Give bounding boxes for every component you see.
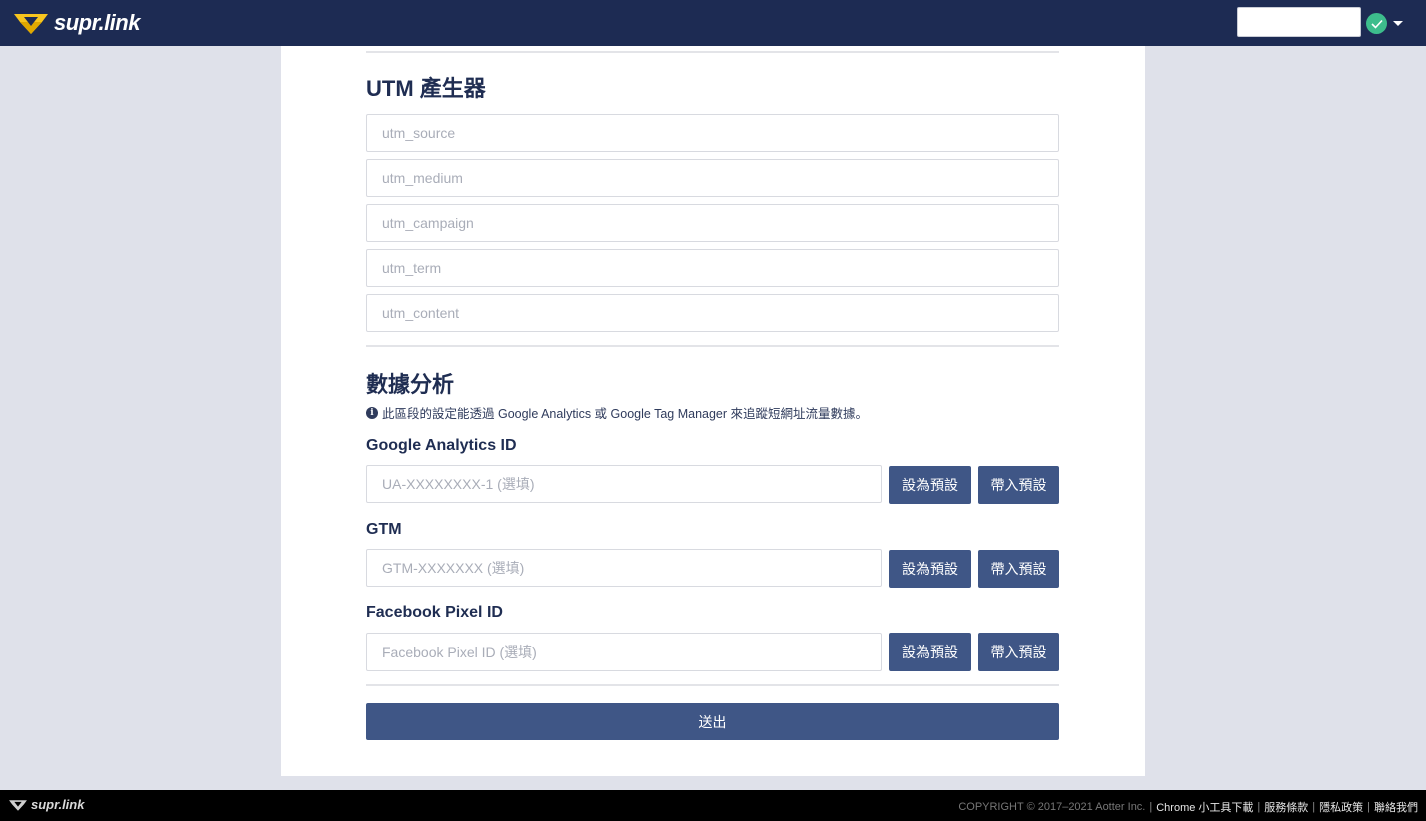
gtm-load-default-button[interactable]: 帶入預設 — [978, 550, 1059, 588]
divider — [366, 51, 1059, 53]
divider — [366, 345, 1059, 347]
analytics-note-text: 此區段的設定能透過 Google Analytics 或 Google Tag … — [382, 407, 869, 421]
footer-link-privacy[interactable]: 隱私政策 — [1319, 799, 1363, 815]
utm-medium-input[interactable] — [366, 159, 1059, 197]
utm-term-input[interactable] — [366, 249, 1059, 287]
submit-button[interactable]: 送出 — [366, 703, 1059, 740]
ga-load-default-button[interactable]: 帶入預設 — [978, 466, 1059, 504]
utm-content-input[interactable] — [366, 294, 1059, 332]
footer-link-contact[interactable]: 聯絡我們 — [1374, 799, 1418, 815]
settings-card: UTM 產生器 數據分析 i 此區段的設定能透過 Google Analytic… — [281, 46, 1145, 776]
analytics-note: i 此區段的設定能透過 Google Analytics 或 Google Ta… — [366, 403, 868, 422]
footer: supr.link COPYRIGHT © 2017–2021 Aotter I… — [0, 790, 1426, 821]
analytics-section-title: 數據分析 — [366, 372, 455, 397]
fb-set-default-button[interactable]: 設為預設 — [889, 633, 971, 671]
footer-link-terms[interactable]: 服務條款 — [1264, 799, 1308, 815]
footer-links: COPYRIGHT © 2017–2021 Aotter Inc. | Chro… — [958, 799, 1418, 815]
check-icon — [1370, 19, 1383, 29]
utm-campaign-input[interactable] — [366, 204, 1059, 242]
footer-logo-text: supr.link — [31, 797, 85, 812]
footer-logo[interactable]: supr.link — [8, 797, 84, 812]
fb-load-default-button[interactable]: 帶入預設 — [978, 633, 1059, 671]
footer-separator: | — [1367, 801, 1370, 813]
ga-id-input[interactable] — [366, 465, 882, 503]
ga-label: Google Analytics ID — [366, 437, 517, 454]
fb-pixel-label: Facebook Pixel ID — [366, 604, 503, 621]
utm-section-title: UTM 產生器 — [366, 76, 486, 101]
info-icon: i — [366, 406, 378, 419]
gtm-label: GTM — [366, 521, 402, 538]
logo[interactable]: supr.link — [12, 8, 140, 38]
footer-link-chrome-extension[interactable]: Chrome 小工具下載 — [1156, 799, 1253, 815]
footer-separator: | — [1257, 801, 1261, 813]
utm-source-input[interactable] — [366, 114, 1059, 152]
footer-separator: | — [1312, 801, 1316, 813]
footer-logo-diamond-icon — [9, 799, 27, 811]
logo-text: supr.link — [54, 10, 140, 35]
navbar-search-input[interactable] — [1237, 7, 1361, 37]
logo-diamond-icon — [14, 14, 48, 34]
top-navbar: supr.link — [0, 0, 1426, 46]
user-menu-caret-icon[interactable] — [1393, 21, 1403, 26]
gtm-id-input[interactable] — [366, 549, 882, 587]
gtm-set-default-button[interactable]: 設為預設 — [889, 550, 971, 588]
copyright-text: COPYRIGHT © 2017–2021 Aotter Inc. — [958, 801, 1146, 813]
divider — [366, 684, 1059, 686]
ga-set-default-button[interactable]: 設為預設 — [889, 466, 971, 504]
user-avatar-check-icon[interactable] — [1366, 13, 1387, 34]
footer-separator: | — [1149, 801, 1153, 813]
fb-pixel-id-input[interactable] — [366, 633, 882, 671]
